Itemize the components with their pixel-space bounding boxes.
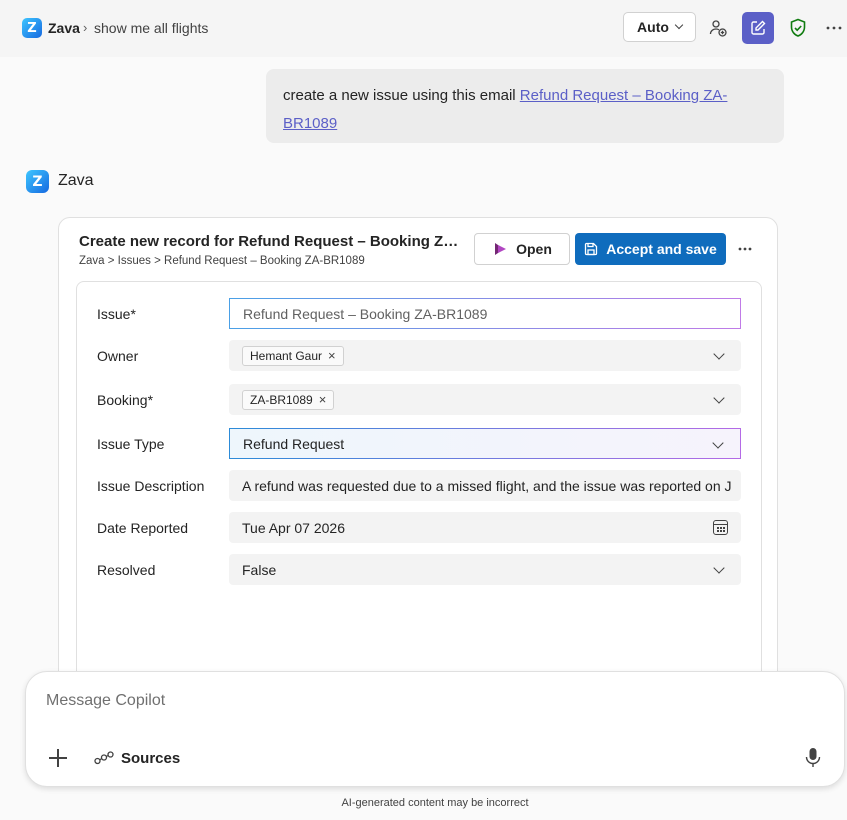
owner-label: Owner — [97, 348, 139, 364]
sources-button[interactable]: Sources — [94, 747, 180, 769]
accept-button-label: Accept and save — [606, 241, 717, 257]
breadcrumb-chevron-icon: › — [83, 20, 88, 35]
message-input[interactable]: Message Copilot — [46, 692, 165, 710]
owner-lookup[interactable]: Hemant Gaur × — [229, 340, 741, 371]
mode-dropdown[interactable]: Auto — [623, 12, 696, 42]
owner-tag-label: Hemant Gaur — [250, 348, 323, 363]
card-more-options-icon[interactable] — [735, 239, 755, 259]
user-message-text: create a new issue using this email — [283, 87, 520, 104]
issue-type-chevron-down-icon[interactable] — [712, 437, 724, 449]
issue-type-select[interactable]: Refund Request — [229, 428, 741, 459]
chat-title[interactable]: show me all flights — [94, 20, 208, 36]
issue-description-input[interactable]: A refund was requested due to a missed f… — [229, 470, 741, 501]
booking-chevron-down-icon[interactable] — [713, 392, 725, 404]
booking-label: Booking* — [97, 392, 154, 408]
bot-name: Zava — [58, 172, 94, 189]
top-bar: Z Zava › show me all flights Auto — [0, 0, 847, 57]
power-apps-icon — [495, 243, 507, 255]
card-breadcrumb: Zava > Issues > Refund Request – Booking… — [79, 255, 365, 267]
bot-avatar-icon: Z — [26, 170, 49, 193]
sources-icon — [94, 751, 114, 765]
date-reported-picker[interactable]: Tue Apr 07 2026 — [229, 512, 741, 543]
owner-tag: Hemant Gaur × — [242, 345, 344, 366]
accept-and-save-button[interactable]: Accept and save — [575, 233, 726, 265]
create-record-card: Create new record for Refund Request – B… — [58, 217, 778, 687]
issue-input-value: Refund Request – Booking ZA-BR1089 — [243, 305, 488, 322]
zava-logo-letter: Z — [27, 20, 37, 36]
user-message: create a new issue using this email Refu… — [266, 69, 784, 143]
open-button-label: Open — [516, 241, 552, 257]
issue-input[interactable]: Refund Request – Booking ZA-BR1089 — [229, 298, 741, 329]
issue-type-value: Refund Request — [243, 435, 345, 452]
sources-label: Sources — [121, 749, 181, 767]
date-reported-label: Date Reported — [97, 520, 189, 536]
resolved-chevron-down-icon[interactable] — [713, 562, 725, 574]
add-people-icon[interactable] — [702, 12, 734, 44]
resolved-select[interactable]: False — [229, 554, 741, 585]
calendar-icon[interactable] — [713, 520, 728, 535]
card-title: Create new record for Refund Request – B… — [79, 233, 469, 250]
issue-description-label: Issue Description — [97, 478, 205, 494]
record-form: Issue* Refund Request – Booking ZA-BR108… — [76, 281, 762, 686]
zava-logo-icon[interactable]: Z — [22, 18, 42, 38]
resolved-label: Resolved — [97, 562, 156, 578]
microphone-icon[interactable] — [804, 747, 822, 769]
app-name[interactable]: Zava — [48, 20, 80, 36]
issue-label: Issue* — [97, 306, 136, 322]
add-icon[interactable] — [47, 747, 69, 769]
new-chat-icon[interactable] — [742, 12, 774, 44]
owner-chevron-down-icon[interactable] — [713, 348, 725, 360]
issue-type-label: Issue Type — [97, 436, 165, 452]
booking-tag-label: ZA-BR1089 — [250, 392, 313, 407]
chevron-down-icon — [674, 20, 684, 30]
save-icon — [585, 242, 598, 256]
booking-tag: ZA-BR1089 × — [242, 389, 335, 410]
remove-booking-icon[interactable]: × — [319, 392, 327, 407]
remove-owner-icon[interactable]: × — [328, 348, 336, 363]
message-composer: Message Copilot Sources — [25, 671, 845, 787]
booking-lookup[interactable]: ZA-BR1089 × — [229, 384, 741, 415]
mode-label: Auto — [637, 19, 669, 35]
open-button[interactable]: Open — [474, 233, 570, 265]
resolved-value: False — [242, 561, 277, 578]
bot-logo-letter: Z — [32, 173, 43, 190]
issue-description-value: A refund was requested due to a missed f… — [242, 477, 732, 494]
more-options-icon[interactable] — [822, 12, 846, 44]
ai-disclaimer: AI-generated content may be incorrect — [341, 797, 529, 809]
shield-check-icon[interactable] — [782, 12, 814, 44]
date-reported-value: Tue Apr 07 2026 — [242, 519, 346, 536]
